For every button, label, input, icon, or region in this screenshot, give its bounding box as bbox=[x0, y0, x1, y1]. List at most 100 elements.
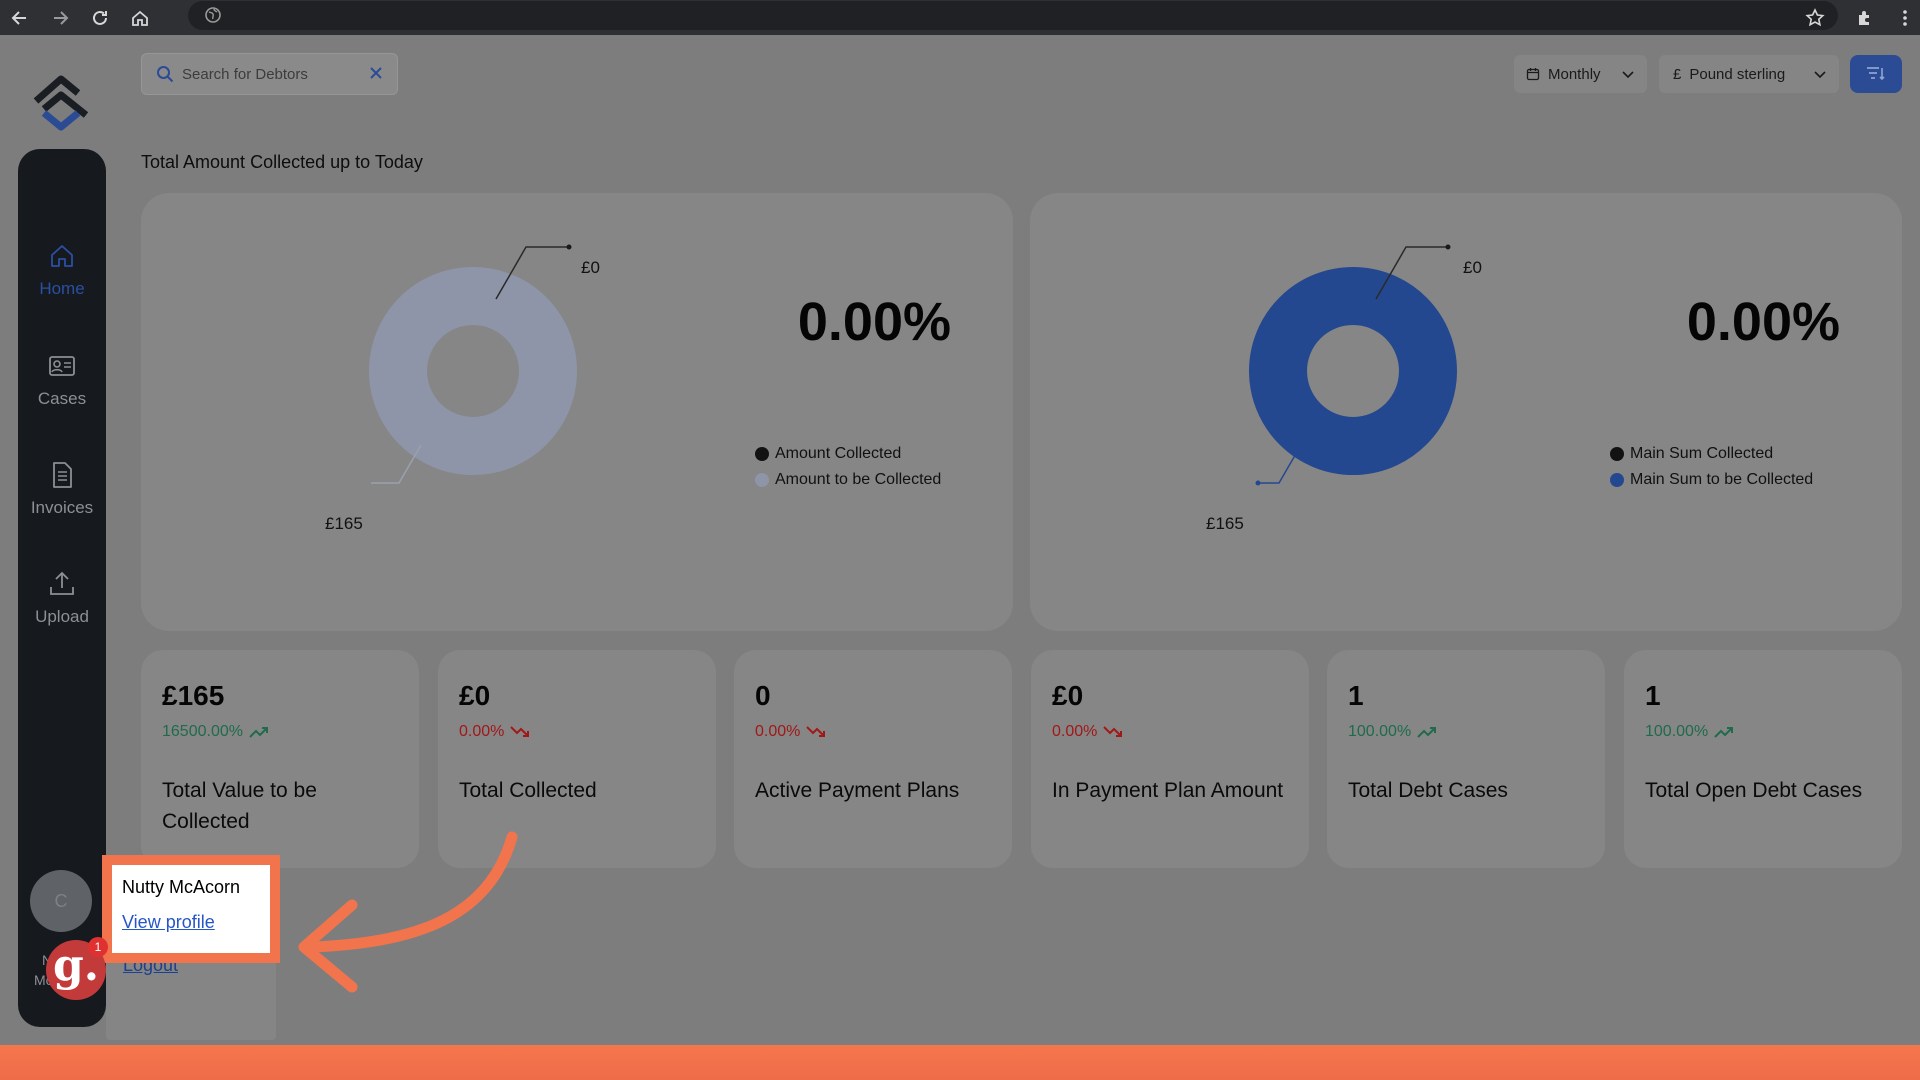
stat-title: Total Collected bbox=[459, 779, 597, 802]
sidebar-item-cases[interactable]: Cases bbox=[18, 339, 106, 429]
reload-icon[interactable] bbox=[80, 0, 120, 35]
sidebar-item-label: Cases bbox=[37, 389, 87, 408]
chart-label-top: £0 bbox=[1463, 258, 1482, 277]
chart-legend: Main Sum Collected Main Sum to be Collec… bbox=[1610, 441, 1813, 493]
notification-count: 1 bbox=[88, 937, 108, 957]
filter-button[interactable] bbox=[1850, 55, 1902, 93]
stat-change: 0.00% bbox=[459, 723, 530, 741]
trend-down-icon bbox=[1103, 726, 1123, 737]
stat-card: 1 100.00% Total Debt Cases bbox=[1327, 650, 1605, 868]
globe-icon bbox=[205, 7, 221, 23]
chart-label-bottom: £165 bbox=[1206, 514, 1244, 533]
forward-icon[interactable] bbox=[40, 0, 80, 35]
stat-change-value: 16500.00% bbox=[162, 723, 243, 740]
currency-value: Pound sterling bbox=[1689, 65, 1786, 83]
legend-item: Main Sum Collected bbox=[1610, 441, 1813, 467]
search-input[interactable] bbox=[182, 65, 362, 83]
stat-change-value: 100.00% bbox=[1348, 723, 1412, 740]
collected-percentage: 0.00% bbox=[797, 292, 951, 352]
extensions-icon[interactable] bbox=[1840, 0, 1890, 35]
browser-toolbar bbox=[0, 0, 1920, 35]
sidebar-item-home[interactable]: Home bbox=[18, 229, 106, 319]
stat-change: 0.00% bbox=[755, 723, 826, 741]
stat-change: 100.00% bbox=[1348, 723, 1437, 741]
stat-change: 100.00% bbox=[1645, 723, 1734, 741]
legend-item: Amount to be Collected bbox=[755, 467, 941, 493]
stat-title: Total Open Debt Cases bbox=[1645, 779, 1863, 802]
stat-card: 1 100.00% Total Open Debt Cases bbox=[1624, 650, 1902, 868]
app-area: Monthly £ Pound sterling Home Cases Invo… bbox=[0, 35, 1920, 1045]
callout-dot-top bbox=[1445, 244, 1451, 250]
legend-dot bbox=[755, 447, 769, 461]
legend-label: Main Sum to be Collected bbox=[1630, 471, 1814, 488]
calendar-icon bbox=[1526, 68, 1540, 81]
legend-label: Amount Collected bbox=[775, 445, 902, 462]
stat-change-value: 0.00% bbox=[459, 723, 505, 740]
chart-card-main-sum: £0 £165 0.00% Main Sum Collected Main Su… bbox=[1030, 193, 1902, 631]
legend-dot bbox=[1610, 447, 1624, 461]
user-menu-highlight: Nutty McAcorn View profile bbox=[102, 855, 280, 963]
legend-dot bbox=[1610, 473, 1624, 487]
document-icon bbox=[53, 462, 72, 488]
trend-up-icon bbox=[1714, 727, 1734, 738]
period-select[interactable]: Monthly bbox=[1514, 55, 1647, 93]
sidebar-item-invoices[interactable]: Invoices bbox=[18, 448, 106, 538]
stat-value: 1 bbox=[1348, 680, 1364, 711]
donut-slice-main-sum-to-be-collected bbox=[1249, 267, 1457, 475]
callout-dot-bottom bbox=[1255, 480, 1261, 486]
browser-menu-icon[interactable] bbox=[1890, 0, 1920, 35]
home-icon bbox=[51, 245, 73, 267]
address-bar[interactable] bbox=[188, 1, 1838, 30]
legend-label: Main Sum Collected bbox=[1630, 445, 1774, 462]
bottom-banner bbox=[0, 1045, 1920, 1080]
search-box[interactable] bbox=[141, 53, 398, 95]
sidebar-item-label: Invoices bbox=[30, 498, 94, 517]
view-profile-link[interactable]: View profile bbox=[122, 912, 215, 933]
stat-value: £0 bbox=[1052, 680, 1084, 711]
user-name: Nutty McAcorn bbox=[122, 877, 241, 897]
chevron-down-icon bbox=[1622, 71, 1634, 79]
search-icon bbox=[157, 66, 174, 83]
chart-label-top: £0 bbox=[581, 258, 600, 277]
stat-value: £0 bbox=[459, 680, 491, 711]
legend-item: Main Sum to be Collected bbox=[1610, 467, 1813, 493]
app-logo-icon[interactable] bbox=[28, 73, 94, 133]
stat-card: £0 0.00% In Payment Plan Amount bbox=[1031, 650, 1309, 868]
home-browser-icon[interactable] bbox=[120, 0, 160, 35]
legend-item: Amount Collected bbox=[755, 441, 941, 467]
stat-title: Active Payment Plans bbox=[755, 779, 960, 802]
chart-label-bottom: £165 bbox=[325, 514, 363, 533]
stat-title: In Payment Plan Amount bbox=[1052, 779, 1284, 802]
section-title: Total Amount Collected up to Today bbox=[141, 152, 423, 172]
trend-up-icon bbox=[249, 727, 268, 738]
avatar[interactable]: C bbox=[30, 870, 92, 932]
main-sum-percentage: 0.00% bbox=[1686, 292, 1840, 352]
period-value: Monthly bbox=[1548, 65, 1601, 83]
donut-chart-main-sum: £0 £165 bbox=[1206, 244, 1482, 533]
upload-icon bbox=[50, 571, 74, 595]
currency-select[interactable]: £ Pound sterling bbox=[1659, 55, 1839, 93]
stat-card: 0 0.00% Active Payment Plans bbox=[734, 650, 1012, 868]
trend-up-icon bbox=[1417, 727, 1437, 738]
id-card-icon bbox=[49, 356, 75, 376]
legend-dot bbox=[755, 473, 769, 487]
legend-label: Amount to be Collected bbox=[775, 471, 942, 488]
clear-search-icon[interactable] bbox=[367, 64, 385, 82]
chevron-down-icon bbox=[1814, 71, 1826, 79]
stat-title: Total Debt Cases bbox=[1348, 779, 1508, 802]
chart-legend: Amount Collected Amount to be Collected bbox=[755, 441, 941, 493]
donut-slice-amount-to-be-collected bbox=[369, 267, 577, 475]
stat-change-value: 0.00% bbox=[1052, 723, 1098, 740]
sidebar-item-label: Home bbox=[39, 279, 85, 298]
donut-chart-amount: £0 £165 bbox=[325, 244, 600, 533]
bookmark-star-icon[interactable] bbox=[1790, 0, 1840, 35]
stat-change: 16500.00% bbox=[162, 723, 269, 741]
sidebar-item-label: Upload bbox=[35, 607, 89, 626]
callout-dot-top bbox=[566, 244, 572, 250]
stat-change-value: 0.00% bbox=[755, 723, 801, 740]
filter-icon bbox=[1867, 67, 1885, 81]
sidebar-item-upload[interactable]: Upload bbox=[18, 557, 106, 647]
stat-value: 1 bbox=[1645, 680, 1661, 711]
back-icon[interactable] bbox=[0, 0, 40, 35]
stat-value: £165 bbox=[162, 680, 225, 711]
